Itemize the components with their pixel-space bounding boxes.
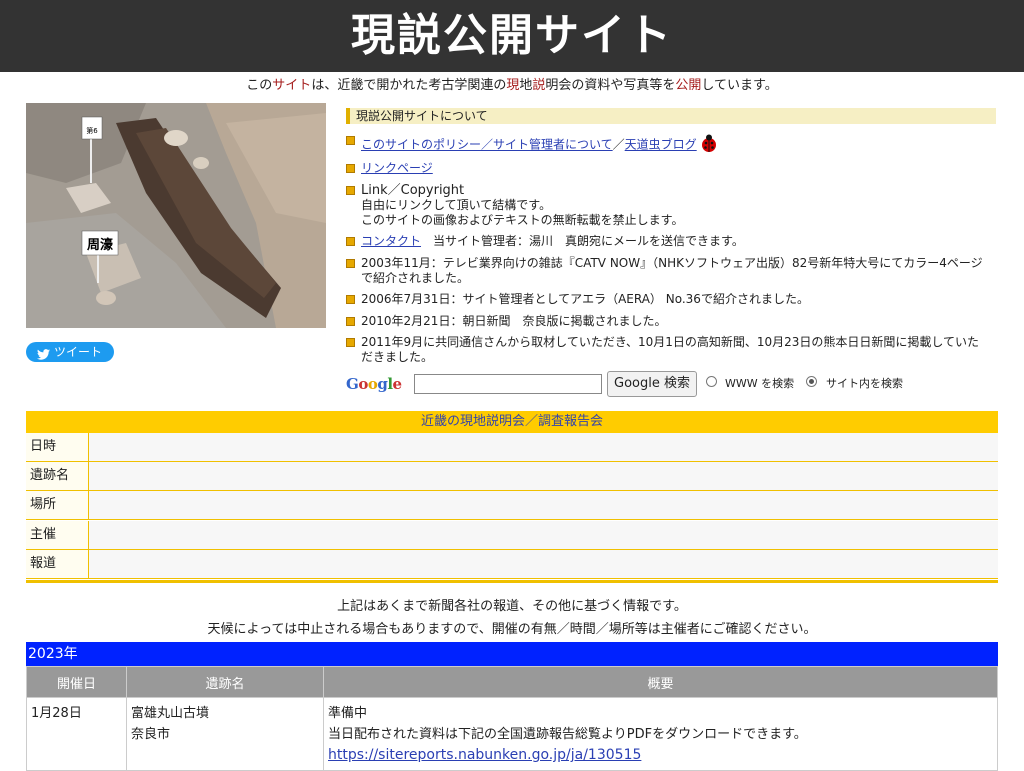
event-key: 日時 [26, 433, 89, 461]
cell-summary: 準備中 当日配布された資料は下記の全国遺跡報告総覧よりPDFをダウンロードできま… [323, 697, 998, 771]
tweet-label: ツイート [54, 345, 103, 359]
table-header-row: 開催日 遺跡名 概要 [26, 666, 998, 698]
intro-part: 説 [532, 78, 546, 93]
events-heading: 近畿の現地説明会／調査報告会 [26, 411, 998, 433]
bullet-icon [346, 164, 355, 173]
news-text: 2003年11月：テレビ業界向けの雑誌『CATV NOW』（NHKソフトウェア出… [361, 256, 983, 285]
event-value [89, 462, 998, 490]
table-row: 1月28日 富雄丸山古墳 奈良市 準備中 当日配布された資料は下記の全国遺跡報告… [26, 697, 998, 771]
intro-part: しています。 [701, 78, 778, 93]
links-page-link[interactable]: リンクページ [361, 161, 433, 175]
event-value [89, 550, 998, 578]
separator-slash: ／ [612, 137, 625, 152]
copyright-line-1: 自由にリンクして頂いて結構です。 [361, 198, 552, 212]
bullet-icon [346, 186, 355, 195]
bullet-icon [346, 136, 355, 145]
disclaimer-line-1: 上記はあくまで新聞各社の報道、その他に基づく情報です。 [337, 599, 687, 614]
year-bar: 2023年 [26, 642, 998, 666]
bullet-icon [346, 237, 355, 246]
bullet-icon [346, 295, 355, 304]
intro-part: 現 [506, 78, 520, 93]
event-row-organizer: 主催 [26, 521, 998, 550]
event-key: 報道 [26, 550, 89, 578]
event-key: 主催 [26, 521, 89, 549]
radio-www-label: WWW を検索 [725, 377, 795, 390]
event-list-table: 開催日 遺跡名 概要 1月28日 富雄丸山古墳 奈良市 準備中 当日配布された資… [26, 666, 998, 771]
intro-part: 公開 [675, 78, 702, 93]
copyright-line-2: このサイトの画像およびテキストの無断転載を禁止します。 [361, 213, 684, 227]
intro-part: この [246, 78, 273, 93]
event-value [89, 491, 998, 519]
summary-text: 当日配布された資料は下記の全国遺跡報告総覧よりPDFをダウンロードできます。 [328, 727, 807, 742]
event-key: 遺跡名 [26, 462, 89, 490]
event-value [89, 433, 998, 461]
google-search-button[interactable]: Google 検索 [607, 371, 697, 397]
intro-part: 明会の資料や写真等を [545, 78, 676, 93]
site-name: 富雄丸山古墳 [131, 706, 210, 721]
events-box: 近畿の現地説明会／調査報告会 日時 遺跡名 場所 主催 報道 [26, 411, 998, 583]
event-row-place: 場所 [26, 491, 998, 520]
intro-part: は、近畿で開かれた考古学関連の [311, 78, 507, 93]
excavation-photo: 第6 周濠 [26, 103, 326, 328]
site-header: 現説公開サイト [0, 0, 1024, 72]
twitter-bird-icon [37, 346, 50, 366]
ladybug-icon [699, 133, 719, 157]
radio-www[interactable] [706, 376, 717, 387]
summary-status: 準備中 [328, 706, 368, 721]
column-header-date: 開催日 [26, 666, 127, 698]
contact-text: 当サイト管理者：湯川 真朗宛にメールを送信できます。 [433, 234, 744, 248]
tweet-button[interactable]: ツイート [26, 342, 114, 362]
intro-text: このサイトは、近畿で開かれた考古学関連の現地説明会の資料や写真等を公開しています… [0, 77, 1024, 95]
radio-site[interactable] [806, 376, 817, 387]
bullet-icon [346, 317, 355, 326]
site-place: 奈良市 [131, 727, 171, 742]
bullet-icon [346, 338, 355, 347]
cell-date: 1月28日 [26, 697, 127, 771]
column-header-summary: 概要 [323, 666, 998, 698]
excavation-photo-drawing: 第6 周濠 [26, 103, 326, 328]
bullet-icon [346, 259, 355, 268]
cell-site: 富雄丸山古墳 奈良市 [126, 697, 324, 771]
event-key: 場所 [26, 491, 89, 519]
policy-link[interactable]: このサイトのポリシー／サイト管理者について [361, 138, 613, 152]
news-text: 2011年9月に共同通信さんから取材していただき、10月1日の高知新聞、10月2… [361, 335, 980, 364]
about-heading: 現説公開サイトについて [346, 108, 996, 124]
event-row-date: 日時 [26, 433, 998, 462]
event-value [89, 521, 998, 549]
copyright-title: Link／Copyright [361, 183, 465, 198]
intro-part: 地 [519, 78, 533, 93]
column-header-site: 遺跡名 [126, 666, 324, 698]
blog-link[interactable]: 天道虫ブログ [625, 138, 697, 152]
disclaimer-line-2: 天候によっては中止される場合もありますので、開催の有無／時間／場所等は主催者にご… [207, 622, 817, 637]
photo-sign-post: 第6 [86, 126, 98, 135]
report-link[interactable]: https://sitereports.nabunken.go.jp/ja/13… [328, 747, 641, 763]
contact-link[interactable]: コンタクト [361, 234, 421, 248]
event-row-site: 遺跡名 [26, 462, 998, 491]
event-row-press: 報道 [26, 550, 998, 579]
photo-sign-moat: 周濠 [87, 237, 113, 253]
radio-site-label: サイト内を検索 [826, 377, 903, 390]
news-text: 2010年2月21日：朝日新聞 奈良版に掲載されました。 [361, 314, 667, 328]
news-text: 2006年7月31日：サイト管理者としてアエラ（AERA） No.36で紹介され… [361, 292, 809, 306]
intro-part: サイト [272, 78, 312, 93]
site-title: 現説公開サイト [351, 10, 673, 61]
google-logo: Google [346, 375, 402, 393]
search-input[interactable] [414, 374, 602, 394]
event-date: 1月28日 [31, 706, 82, 721]
